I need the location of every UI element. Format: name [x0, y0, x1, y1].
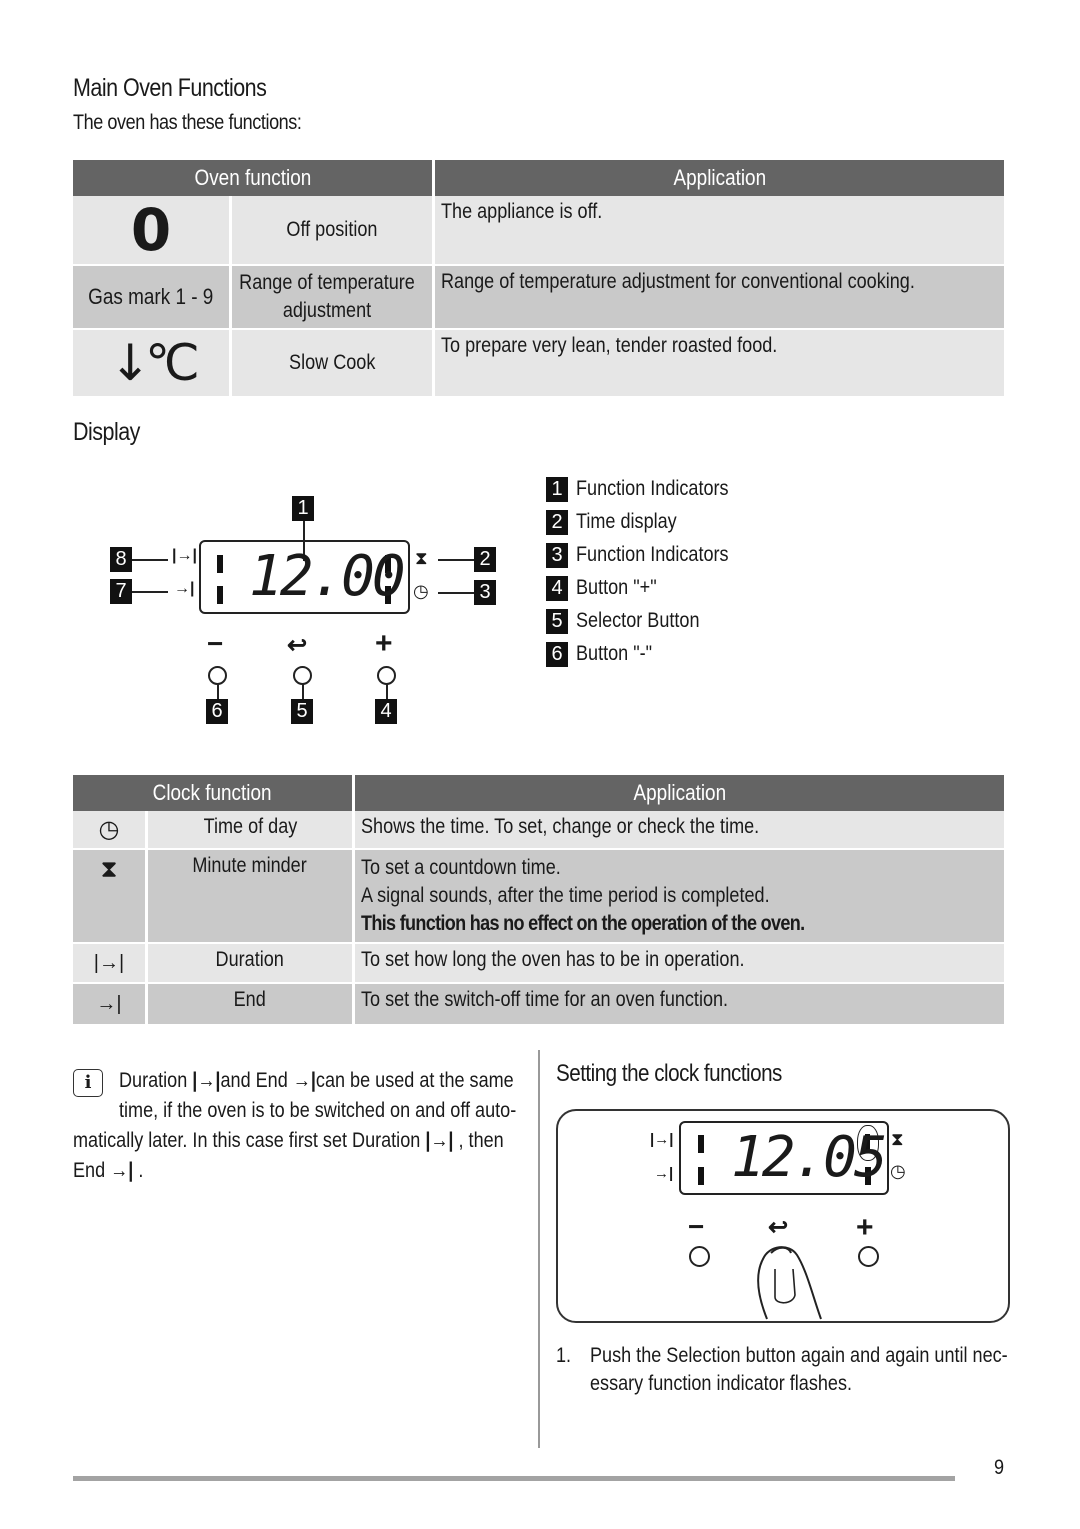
plus-button[interactable] — [377, 666, 396, 685]
clock-icon: ◷ — [890, 1161, 906, 1181]
callout-6: 6 — [206, 699, 228, 724]
hourglass-icon: ⧗ — [891, 1129, 904, 1149]
callout-7: 7 — [110, 579, 132, 604]
header-application: Application — [435, 160, 1004, 196]
select-label: ↩ — [287, 632, 308, 659]
duration-icon: |→| — [425, 1129, 454, 1152]
plus-label: + — [375, 627, 393, 660]
clock-function-name: Minute minder — [148, 850, 355, 944]
duration-icon: |→| — [73, 944, 148, 984]
clock-function-name: End — [148, 984, 355, 1024]
clock-function-application: Shows the time. To set, change or check … — [355, 811, 1004, 850]
callout-4: 4 — [375, 699, 397, 724]
duration-icon: |→| — [192, 1069, 221, 1092]
end-icon: →| — [73, 984, 148, 1024]
plus-label: + — [856, 1211, 874, 1244]
time-display: 12.00 — [249, 544, 406, 609]
legend-item: 2 Time display — [546, 510, 754, 543]
header-application: Application — [355, 775, 1004, 811]
oven-functions-table: Oven function Application 0 Off position… — [73, 160, 1004, 396]
table-row: 0 Off position The appliance is off. — [73, 196, 1004, 266]
function-name: Range of temperature adjustment — [232, 266, 436, 330]
info-note: i Duration |→|and End →|can be used at t… — [73, 1069, 517, 1182]
bold-note: This function has no effect on the opera… — [361, 912, 805, 935]
legend-item: 5 Selector Button — [546, 609, 754, 642]
info-icon: i — [73, 1069, 103, 1097]
header-oven-function: Oven function — [73, 160, 436, 196]
function-name: Off position — [232, 196, 436, 266]
table-row: Gas mark 1 - 9 Range of temperature adju… — [73, 266, 1004, 330]
off-symbol-icon: 0 — [73, 196, 233, 266]
table-row: ◷ Time of day Shows the time. To set, ch… — [73, 811, 1004, 850]
clock-function-name: Time of day — [148, 811, 355, 850]
display-legend: 1 Function Indicators 2 Time display 3 F… — [546, 477, 754, 675]
finger-pressing-icon — [757, 1246, 822, 1320]
selector-button[interactable] — [293, 666, 312, 685]
hourglass-icon: ⧗ — [73, 850, 148, 944]
clock-icon: ◷ — [413, 581, 429, 601]
intro-text: The oven has these functions: — [73, 111, 302, 134]
clock-function-application: To set how long the oven has to be in op… — [355, 944, 1004, 984]
header-clock-function: Clock function — [73, 775, 355, 811]
clock-function-name: Duration — [148, 944, 355, 984]
lcd-display: 12.00 — [199, 540, 410, 614]
function-application: The appliance is off. — [435, 196, 1004, 266]
time-display: 12.05 — [731, 1125, 888, 1190]
callout-1: 1 — [292, 496, 314, 521]
callout-3: 3 — [474, 580, 496, 605]
page-number: 9 — [994, 1456, 1005, 1479]
end-icon: →| — [174, 580, 195, 597]
table-row: |→| Duration To set how long the oven ha… — [73, 944, 1004, 984]
callout-2: 2 — [474, 547, 496, 572]
function-application: Range of temperature adjustment for conv… — [435, 266, 1004, 330]
function-name: Slow Cook — [232, 330, 436, 396]
legend-item: 4 Button "+" — [546, 576, 754, 609]
clock-functions-table: Clock function Application ◷ Time of day… — [73, 775, 1004, 1024]
gas-mark-label: Gas mark 1 - 9 — [73, 266, 233, 330]
legend-item: 3 Function Indicators — [546, 543, 754, 576]
end-icon: →| — [110, 1159, 134, 1182]
duration-icon: |→| — [172, 547, 197, 564]
function-application: To prepare very lean, tender roasted foo… — [435, 330, 1004, 396]
minus-button[interactable] — [689, 1246, 710, 1267]
minus-label: − — [207, 628, 224, 659]
legend-item: 1 Function Indicators — [546, 477, 754, 510]
table-row: ↓°C Slow Cook To prepare very lean, tend… — [73, 330, 1004, 396]
slow-cook-icon: ↓°C — [73, 330, 233, 396]
table-row: →| End To set the switch-off time for an… — [73, 984, 1004, 1024]
table-row: ⧗ Minute minder To set a countdown time.… — [73, 850, 1004, 944]
clock-function-application: To set the switch-off time for an oven f… — [355, 984, 1004, 1024]
step-list: 1. Push the Selection button again and a… — [556, 1342, 1076, 1398]
display-diagram: 1 12.00 8 |→| 7 →| ⧗ 2 ◷ 3 − ↩ + 6 5 4 — [100, 480, 520, 740]
end-icon: →| — [654, 1165, 674, 1182]
footer-rule — [73, 1476, 955, 1481]
section-title-display: Display — [73, 418, 140, 446]
hourglass-icon: ⧗ — [415, 548, 428, 568]
step-item: 1. Push the Selection button again and a… — [556, 1344, 1008, 1395]
select-label: ↩ — [768, 1214, 789, 1241]
minus-button[interactable] — [208, 666, 227, 685]
duration-icon: |→| — [650, 1131, 674, 1148]
column-divider — [538, 1050, 540, 1448]
callout-8: 8 — [110, 547, 132, 572]
section-title-main-oven-functions: Main Oven Functions — [73, 74, 267, 102]
lcd-display: 12.05 — [679, 1121, 889, 1195]
control-panel-diagram: |→| →| 12.05 ⧗ ◷ − ↩ + — [556, 1109, 1010, 1323]
section-title-setting-clock: Setting the clock functions — [556, 1060, 782, 1087]
clock-function-application: To set a countdown time. A signal sounds… — [355, 850, 1004, 944]
legend-item: 6 Button "-" — [546, 642, 754, 675]
callout-5: 5 — [291, 699, 313, 724]
end-icon: →| — [292, 1069, 316, 1092]
minus-label: − — [688, 1211, 705, 1242]
plus-button[interactable] — [858, 1246, 879, 1267]
clock-icon: ◷ — [73, 811, 148, 850]
